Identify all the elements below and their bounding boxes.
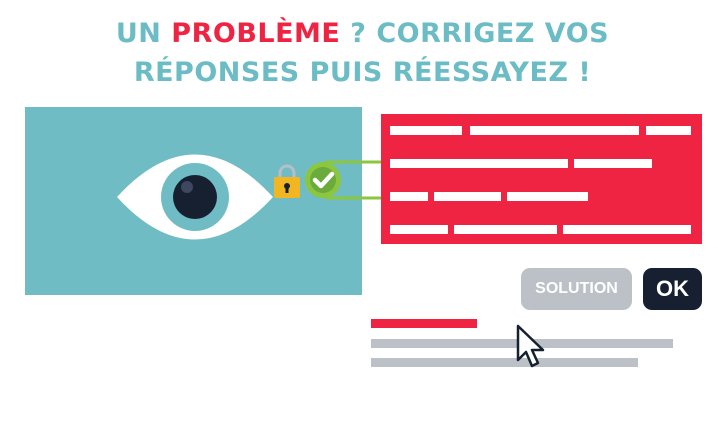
ok-button[interactable]: OK	[643, 268, 702, 310]
text-line-accent	[371, 319, 477, 328]
headline-highlight: PROBLÈME	[171, 18, 341, 49]
headline: UN PROBLÈME ? CORRIGEZ VOS RÉPONSES PUIS…	[0, 14, 725, 92]
text-line	[371, 358, 638, 367]
error-form	[381, 114, 702, 244]
cursor-icon	[516, 324, 545, 368]
solution-button[interactable]: SOLUTION	[521, 268, 632, 310]
headline-part-1: UN	[115, 18, 172, 49]
headline-line-2: RÉPONSES PUIS RÉESSAYEZ !	[133, 57, 592, 88]
form-field	[434, 192, 501, 201]
lock-icon	[274, 164, 300, 198]
form-field	[507, 192, 588, 201]
form-field	[574, 159, 652, 168]
form-field	[454, 225, 557, 234]
form-field	[470, 126, 639, 135]
form-field	[563, 225, 691, 234]
form-field	[390, 225, 448, 234]
form-field	[390, 159, 568, 168]
form-field	[646, 126, 691, 135]
form-field	[390, 192, 428, 201]
eye-icon	[117, 154, 273, 240]
form-field	[390, 126, 462, 135]
headline-part-2: ? CORRIGEZ VOS	[340, 18, 610, 49]
checkmark-icon	[305, 160, 381, 200]
headline-line-1: UN PROBLÈME ? CORRIGEZ VOS	[0, 14, 725, 53]
